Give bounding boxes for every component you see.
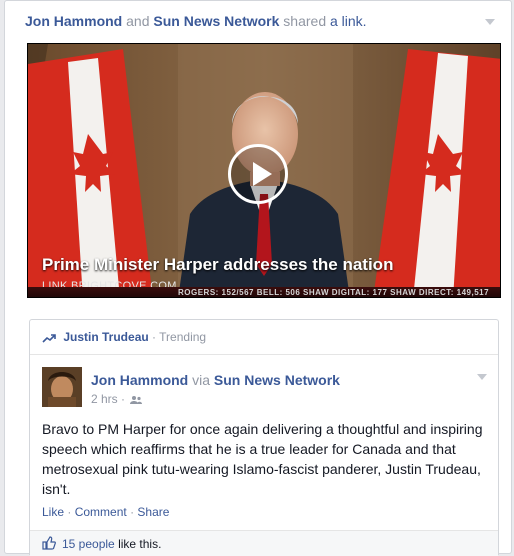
ticker-text: ROGERS: 152/567 BELL: 506 SHAW DIGITAL: … [178, 288, 490, 297]
news-ticker: ROGERS: 152/567 BELL: 506 SHAW DIGITAL: … [28, 287, 500, 297]
actions-dot: · [67, 505, 72, 519]
video-preview[interactable]: Prime Minister Harper addresses the nati… [27, 43, 501, 298]
post-timestamp[interactable]: 2 hrs · [91, 392, 125, 406]
like-button[interactable]: Like [42, 505, 64, 519]
actor-link-sun-news[interactable]: Sun News Network [153, 13, 279, 29]
post-actions: Like · Comment · Share [42, 505, 169, 519]
actor-link-jon-hammond[interactable]: Jon Hammond [25, 13, 122, 29]
trending-arrow-icon [42, 334, 56, 343]
post-meta: 2 hrs · [91, 392, 143, 406]
trending-row: Justin Trudeau · Trending [42, 330, 206, 344]
comment-button[interactable]: Comment [75, 505, 127, 519]
play-button-icon[interactable] [228, 144, 288, 204]
story-options-chevron-icon[interactable] [485, 19, 495, 25]
author-link[interactable]: Jon Hammond [91, 372, 188, 388]
video-title[interactable]: Prime Minister Harper addresses the nati… [42, 255, 393, 275]
avatar[interactable] [42, 367, 82, 407]
likes-bar: 15 people like this. [30, 530, 498, 556]
shared-post-box: Justin Trudeau · Trending Jon Hammond vi… [29, 319, 499, 556]
story-header: Jon Hammond and Sun News Network shared … [25, 13, 367, 29]
trending-separator: · [152, 330, 157, 344]
shared-link[interactable]: a link. [330, 13, 367, 29]
divider [30, 354, 498, 355]
verb-text: shared [283, 13, 327, 29]
friends-audience-icon[interactable] [130, 395, 143, 405]
connector-text: and [126, 13, 150, 29]
post-author-line: Jon Hammond via Sun News Network [91, 372, 340, 388]
post-options-chevron-icon[interactable] [477, 374, 487, 380]
thumbs-up-icon [42, 536, 56, 550]
share-button[interactable]: Share [137, 505, 169, 519]
trending-label: Trending [159, 330, 207, 344]
feed-story-card: Jon Hammond and Sun News Network shared … [4, 0, 512, 556]
likes-count-link[interactable]: 15 people [62, 537, 115, 551]
actions-dot: · [130, 505, 135, 519]
post-text: Bravo to PM Harper for once again delive… [42, 421, 483, 497]
avatar-image [42, 367, 82, 407]
trending-topic-link[interactable]: Justin Trudeau [63, 330, 148, 344]
via-text: via [192, 372, 211, 388]
page-link[interactable]: Sun News Network [214, 372, 340, 388]
likes-suffix: like this. [118, 537, 162, 551]
